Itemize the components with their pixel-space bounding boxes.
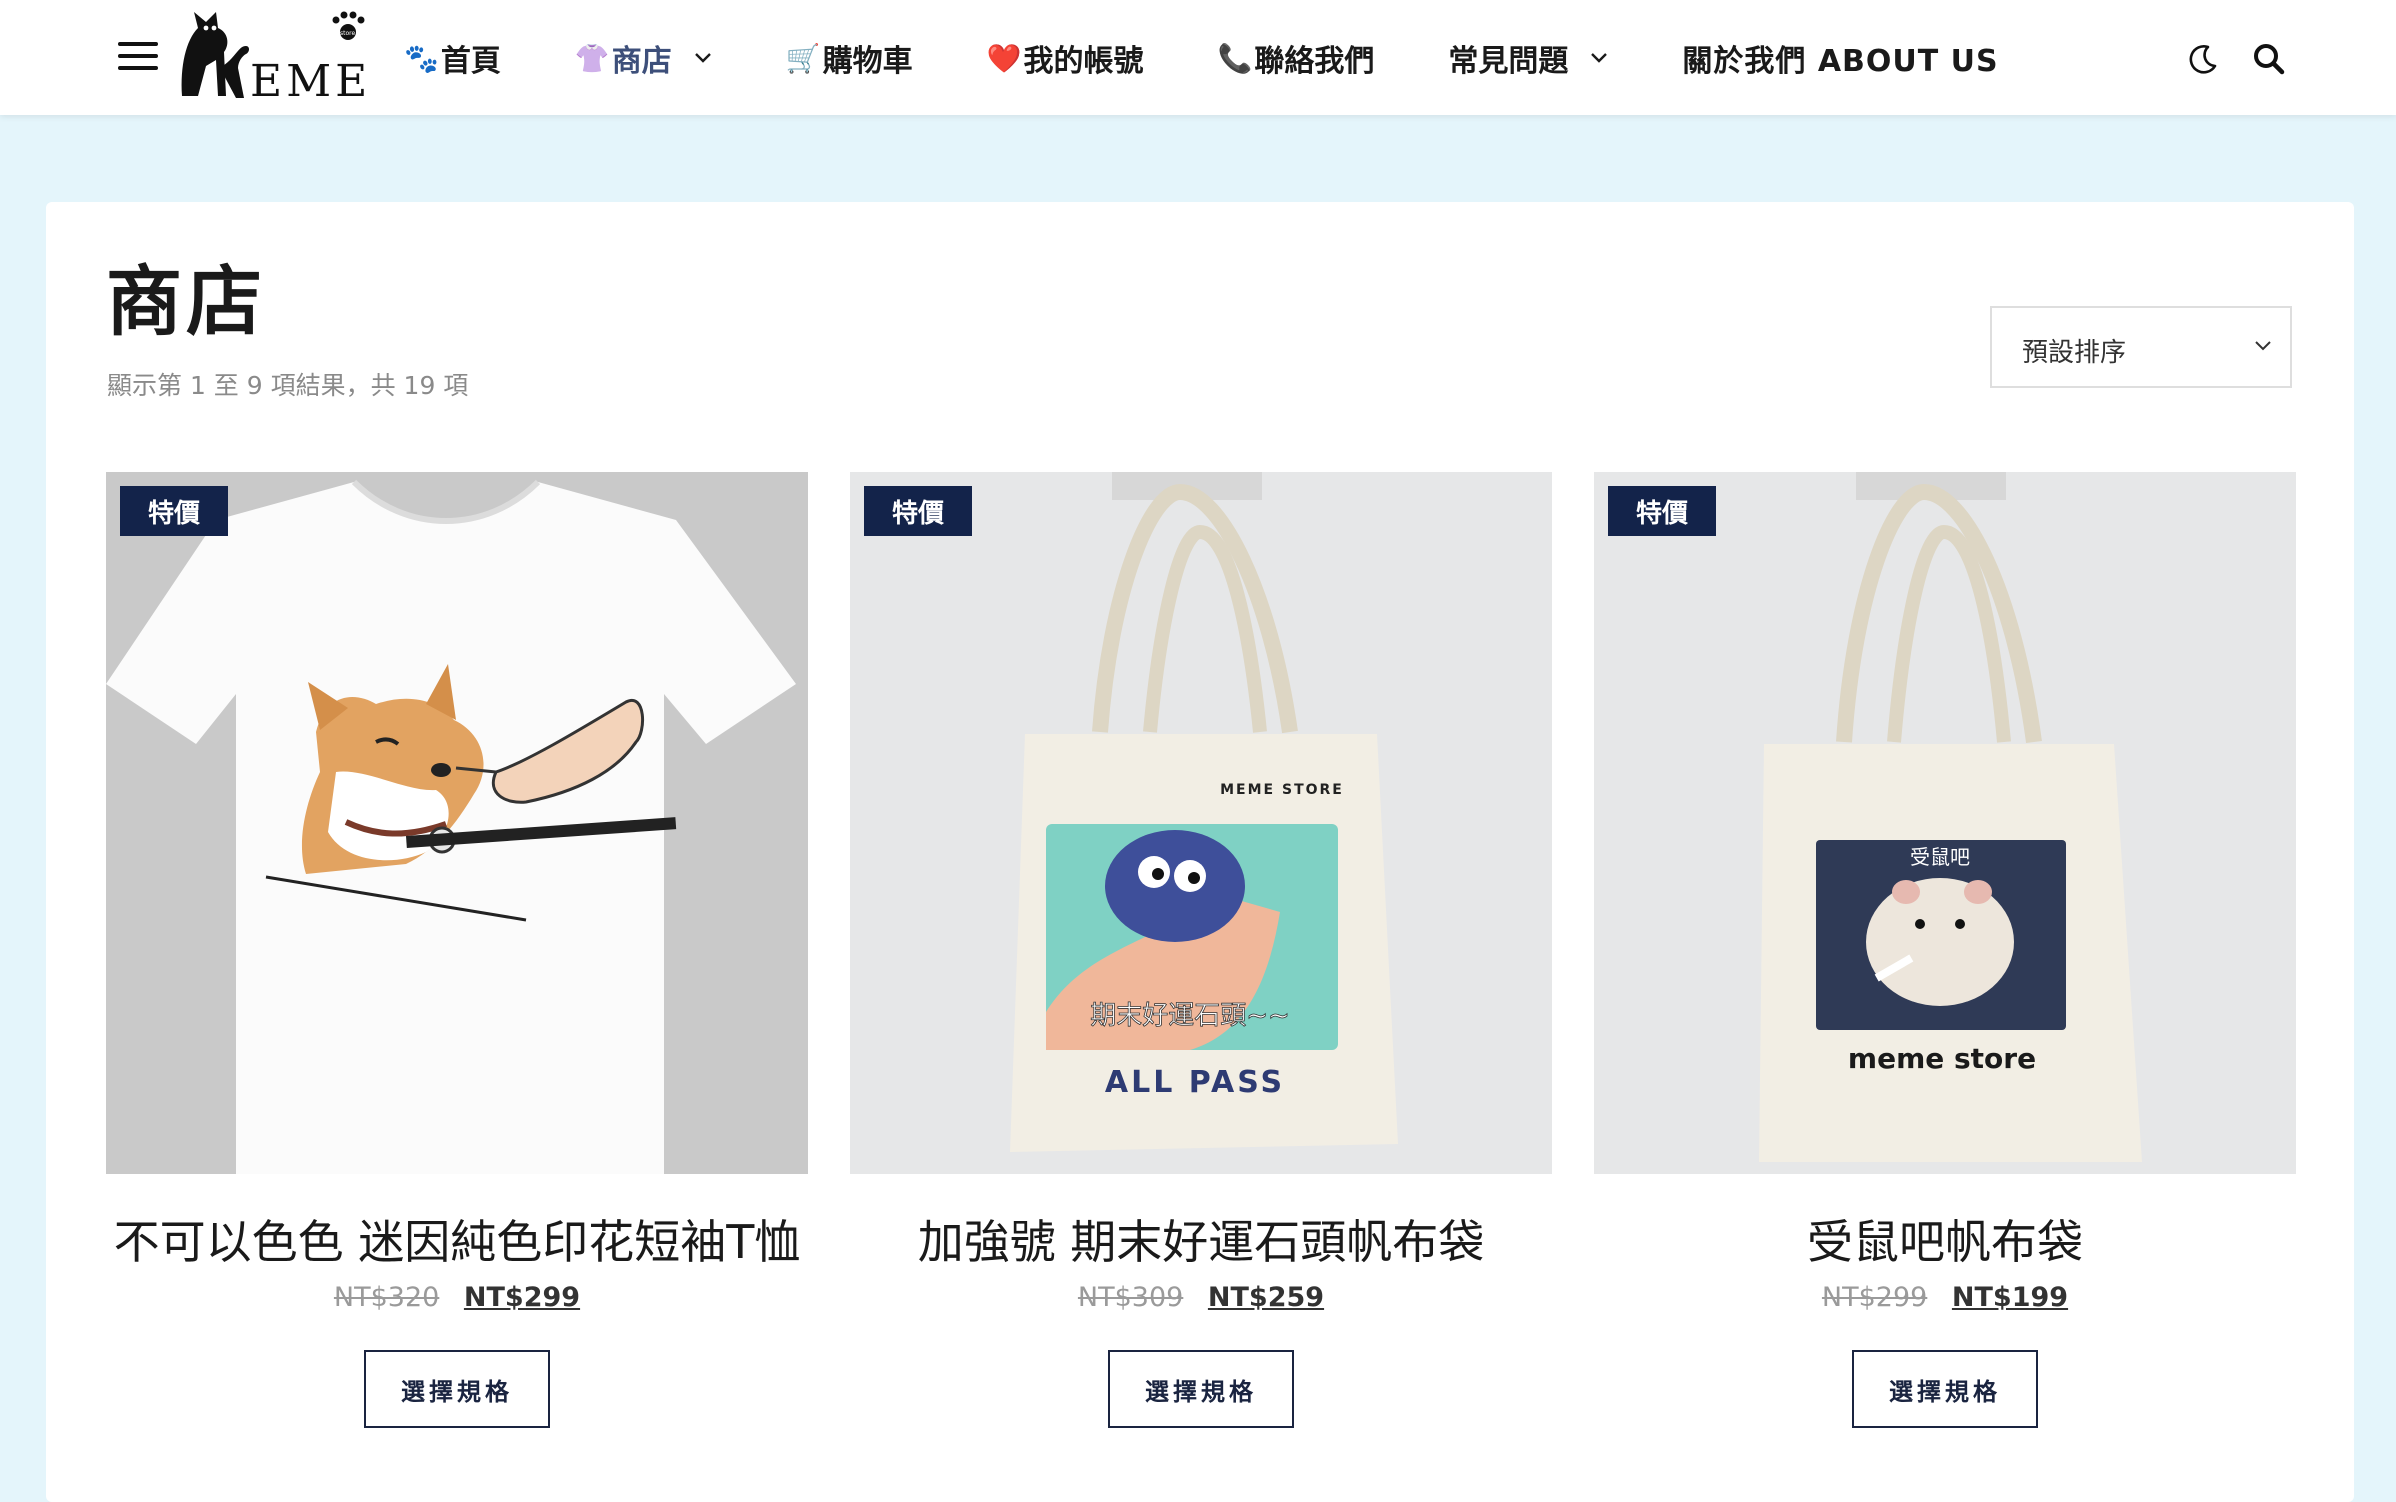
product-card: MEME STORE 期末好運石頭~~ ALL PASS 特價 加強號 期末好運…	[850, 472, 1552, 1428]
moon-icon[interactable]	[2186, 42, 2220, 76]
select-options-button[interactable]: 選擇規格	[1108, 1350, 1294, 1428]
shop-content: 商店 顯示第 1 至 9 項結果，共 19 項 預設排序 特價 不可以色色 迷因…	[46, 202, 2354, 1502]
chevron-down-icon	[2255, 341, 2271, 351]
nav-label: 首頁	[440, 44, 501, 79]
sort-selected-value: 預設排序	[2022, 338, 2127, 368]
cart-icon: 🛒	[785, 41, 821, 75]
svg-text:store: store	[340, 30, 355, 37]
shirt-icon: 👚	[574, 41, 610, 75]
svg-text:ALL PASS: ALL PASS	[1105, 1065, 1285, 1100]
select-options-button[interactable]: 選擇規格	[1852, 1350, 2038, 1428]
select-options-button[interactable]: 選擇規格	[364, 1350, 550, 1428]
sale-badge: 特價	[1608, 486, 1716, 536]
svg-text:meme store: meme store	[1848, 1042, 2036, 1075]
nav-label: 聯絡我們	[1254, 44, 1375, 79]
product-title[interactable]: 受鼠吧帆布袋	[1594, 1206, 2296, 1272]
sale-badge: 特價	[120, 486, 228, 536]
site-header: EME store 🐾 首頁 👚 商店 🛒 購物車 ❤️ 我的帳號 📞 聯絡我們	[0, 0, 2396, 115]
sale-price: NT$199	[1951, 1282, 2069, 1313]
product-card: 受鼠吧 meme store 特價 受鼠吧帆布袋 NT$299 NT$199 選…	[1594, 472, 2296, 1428]
svg-text:MEME STORE: MEME STORE	[1220, 782, 1344, 798]
nav-item-about[interactable]: 關於我們 ABOUT US	[1682, 36, 1998, 80]
sort-select[interactable]: 預設排序	[1990, 306, 2292, 388]
product-image[interactable]: MEME STORE 期末好運石頭~~ ALL PASS 特價	[850, 472, 1552, 1174]
chevron-down-icon[interactable]	[1590, 52, 1608, 64]
product-image[interactable]: 受鼠吧 meme store 特價	[1594, 472, 2296, 1174]
original-price: NT$309	[1077, 1282, 1184, 1313]
heart-icon: ❤️	[986, 41, 1022, 75]
nav-item-cart[interactable]: 🛒 購物車	[786, 36, 913, 80]
product-price: NT$299 NT$199	[1594, 1282, 2296, 1313]
product-price: NT$320 NT$299	[106, 1282, 808, 1313]
main-nav: 🐾 首頁 👚 商店 🛒 購物車 ❤️ 我的帳號 📞 聯絡我們 常見問題 關於我們…	[404, 30, 1999, 86]
nav-item-contact[interactable]: 📞 聯絡我們	[1218, 36, 1375, 80]
product-title[interactable]: 不可以色色 迷因純色印花短袖T恤	[106, 1206, 808, 1272]
menu-icon[interactable]	[118, 42, 158, 74]
nav-item-faq[interactable]: 常見問題	[1448, 36, 1608, 80]
product-image[interactable]: 特價	[106, 472, 808, 1174]
svg-text:期末好運石頭~~: 期末好運石頭~~	[1090, 1001, 1290, 1031]
original-price: NT$299	[1821, 1282, 1928, 1313]
phone-icon: 📞	[1217, 41, 1253, 75]
nav-label: 我的帳號	[1023, 44, 1144, 79]
paw-icon: 🐾	[404, 41, 439, 75]
chevron-down-icon[interactable]	[694, 52, 712, 64]
sale-price: NT$259	[1207, 1282, 1325, 1313]
nav-item-account[interactable]: ❤️ 我的帳號	[987, 36, 1144, 80]
tshirt-shiba-image	[106, 472, 808, 1174]
tote-rock-image: MEME STORE 期末好運石頭~~ ALL PASS	[850, 472, 1552, 1174]
nav-label: 商店	[611, 44, 672, 79]
nav-label: 關於我們 ABOUT US	[1682, 44, 1999, 79]
result-count: 顯示第 1 至 9 項結果，共 19 項	[107, 371, 469, 400]
search-icon[interactable]	[2252, 42, 2286, 76]
nav-label: 常見問題	[1448, 44, 1569, 79]
product-price: NT$309 NT$259	[850, 1282, 1552, 1313]
original-price: NT$320	[333, 1282, 440, 1313]
tote-hamster-image: 受鼠吧 meme store	[1594, 472, 2296, 1174]
nav-label: 購物車	[822, 44, 913, 79]
sale-badge: 特價	[864, 486, 972, 536]
sale-price: NT$299	[463, 1282, 581, 1313]
nav-item-home[interactable]: 🐾 首頁	[404, 36, 501, 80]
site-logo[interactable]: EME store	[176, 6, 376, 106]
svg-text:EME: EME	[250, 56, 371, 106]
page-title: 商店	[106, 257, 266, 346]
svg-text:受鼠吧: 受鼠吧	[1910, 845, 1970, 869]
product-card: 特價 不可以色色 迷因純色印花短袖T恤 NT$320 NT$299 選擇規格	[106, 472, 808, 1428]
nav-item-shop[interactable]: 👚 商店	[575, 36, 712, 80]
product-title[interactable]: 加強號 期末好運石頭帆布袋	[850, 1206, 1552, 1272]
